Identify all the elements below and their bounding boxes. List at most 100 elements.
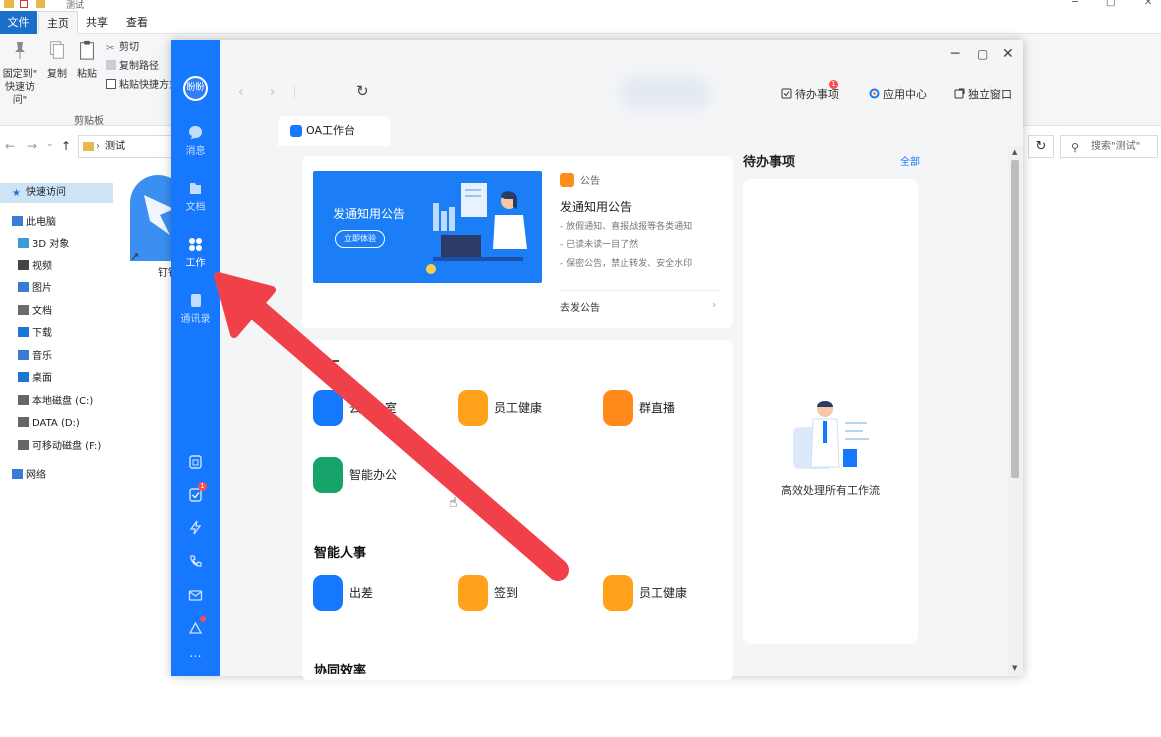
explorer-title: 测试 <box>66 1 85 11</box>
avatar[interactable]: 盼盼 <box>183 76 208 101</box>
app-center-button[interactable]: 应用中心 <box>869 86 927 102</box>
checkbox-icon[interactable] <box>20 0 28 8</box>
tab-oa-label: OA工作台 <box>306 124 355 137</box>
paste-icon <box>80 40 94 60</box>
tab-oa-workbench[interactable]: OA工作台 <box>278 116 390 146</box>
nav-item-label: 可移动磁盘 (F:) <box>32 441 102 452</box>
nav-item[interactable]: 网络 <box>0 466 46 486</box>
copy-path-button[interactable]: 复制路径 <box>106 59 159 75</box>
app-label: 签到 <box>494 586 519 600</box>
announcement-tag: 公告 <box>560 172 600 187</box>
forward-icon[interactable]: → <box>27 139 37 153</box>
disk-icon <box>18 417 29 427</box>
sidebar-item-work[interactable]: 工作 <box>171 237 220 269</box>
music-icon <box>18 350 29 360</box>
nav-item[interactable]: DATA (D:) <box>0 414 80 434</box>
clipboard-group-label: 剪贴板 <box>74 116 104 127</box>
cut-button[interactable]: ✂ 剪切 <box>106 40 139 56</box>
recent-dropdown-icon[interactable]: ⌄ <box>46 139 54 149</box>
folder-icon <box>4 0 14 8</box>
divider <box>294 86 295 98</box>
close-icon[interactable]: ✕ <box>1002 46 1014 62</box>
app-label: 云办公室 <box>349 401 398 415</box>
todo-view-all-link[interactable]: 全部 <box>900 153 920 168</box>
sidebar-item-messages[interactable]: 消息 <box>171 125 220 157</box>
maximize-icon[interactable]: ▢ <box>977 47 988 61</box>
scroll-down-icon[interactable]: ▼ <box>1012 664 1017 672</box>
lightning-icon[interactable] <box>188 520 203 535</box>
pin-label-2: 快速访问" <box>5 82 35 106</box>
bot-icon[interactable] <box>188 621 203 636</box>
nav-item[interactable]: 此电脑 <box>0 213 56 233</box>
app-label: 员工健康 <box>494 401 543 415</box>
nav-item[interactable]: 3D 对象 <box>0 235 69 255</box>
forward-icon[interactable]: › <box>270 84 276 100</box>
more-icon[interactable]: ··· <box>171 650 220 665</box>
refresh-button[interactable]: ↻ <box>1028 135 1054 158</box>
nav-item-label: 视频 <box>32 261 52 272</box>
location-pin-icon <box>458 575 488 611</box>
notification-dot <box>200 616 206 622</box>
copy-icon <box>50 41 64 59</box>
chevron-right-icon[interactable]: › <box>712 298 716 311</box>
scrollbar-thumb[interactable] <box>1011 160 1019 478</box>
nav-item-label: 3D 对象 <box>32 239 70 250</box>
back-icon[interactable]: ← <box>5 139 15 153</box>
app-sidebar: 盼盼 消息 文档 工作 通讯录 1 ··· <box>171 40 220 676</box>
todo-count-badge: 1 <box>829 80 838 89</box>
nav-item-label: 快速访问 <box>26 187 66 198</box>
mail-icon[interactable] <box>188 588 203 603</box>
announcement-banner[interactable]: 发通知用公告 立即体验 <box>313 171 542 283</box>
nav-item[interactable]: 桌面 <box>0 369 52 389</box>
sidebar-item-docs[interactable]: 文档 <box>171 181 220 213</box>
up-icon[interactable]: ↑ <box>61 139 71 153</box>
nav-item[interactable]: 图片 <box>0 279 52 299</box>
nav-item[interactable]: 视频 <box>0 257 52 277</box>
close-icon[interactable]: ✕ <box>1144 0 1152 8</box>
tab-share[interactable]: 共享 <box>78 11 116 34</box>
nav-item[interactable]: 下载 <box>0 324 52 344</box>
paste-button[interactable]: 粘贴 <box>74 34 100 81</box>
pin-quick-access-button[interactable]: 固定到" 快速访问" <box>2 34 38 107</box>
banner-try-button[interactable]: 立即体验 <box>335 230 385 248</box>
search-input[interactable]: ⚲ 搜索"测试" <box>1060 135 1158 158</box>
tab-file[interactable]: 文件 <box>0 11 37 34</box>
calendar-icon[interactable] <box>188 454 203 469</box>
minimize-icon[interactable]: ─ <box>951 46 959 62</box>
copy-label: 复制 <box>47 69 67 80</box>
nav-item[interactable]: 文档 <box>0 302 52 322</box>
back-icon[interactable]: ‹ <box>238 84 244 100</box>
tab-view[interactable]: 查看 <box>118 11 156 34</box>
send-announcement-link[interactable]: 去发公告 <box>560 299 600 314</box>
disk-icon <box>18 395 29 405</box>
nav-item[interactable]: 音乐 <box>0 347 52 367</box>
refresh-icon: ↻ <box>1035 139 1047 154</box>
picture-icon <box>18 282 29 292</box>
section-title-hr: 智能人事 <box>314 546 367 561</box>
maximize-icon[interactable]: □ <box>1106 0 1115 8</box>
nav-item[interactable]: 可移动磁盘 (F:) <box>0 437 101 457</box>
scrollbar[interactable]: ▲ ▼ <box>1008 146 1023 676</box>
nav-item-label: 此电脑 <box>26 217 56 228</box>
nav-item[interactable]: 本地磁盘 (C:) <box>0 392 93 412</box>
live-tv-icon <box>603 390 633 426</box>
address-bar[interactable]: › 测试 <box>78 135 178 158</box>
paste-label: 粘贴 <box>77 69 97 80</box>
minimize-icon[interactable]: ─ <box>1072 0 1078 8</box>
copy-button[interactable]: 复制 <box>44 34 70 81</box>
refresh-icon[interactable]: ↻ <box>356 82 369 100</box>
scroll-up-icon[interactable]: ▲ <box>1012 148 1017 156</box>
announcement-feature-1: - 放假通知、喜报战报等各类通知 <box>560 222 693 232</box>
tab-home[interactable]: 主页 <box>38 11 78 34</box>
standalone-window-button[interactable]: 独立窗口 <box>954 86 1012 102</box>
contacts-icon <box>191 294 201 307</box>
phone-icon[interactable] <box>188 554 203 569</box>
paste-shortcut-button[interactable]: 粘贴快捷方式 <box>106 78 179 94</box>
section-title-resume: 复工 <box>314 359 341 374</box>
todo-badge: 1 <box>198 482 207 491</box>
sidebar-item-contacts[interactable]: 通讯录 <box>171 293 220 325</box>
nav-item[interactable]: ★ 快速访问 <box>0 183 113 203</box>
download-icon <box>18 327 29 337</box>
workflow-illustration <box>793 401 869 469</box>
nav-item-label: 图片 <box>32 283 52 294</box>
